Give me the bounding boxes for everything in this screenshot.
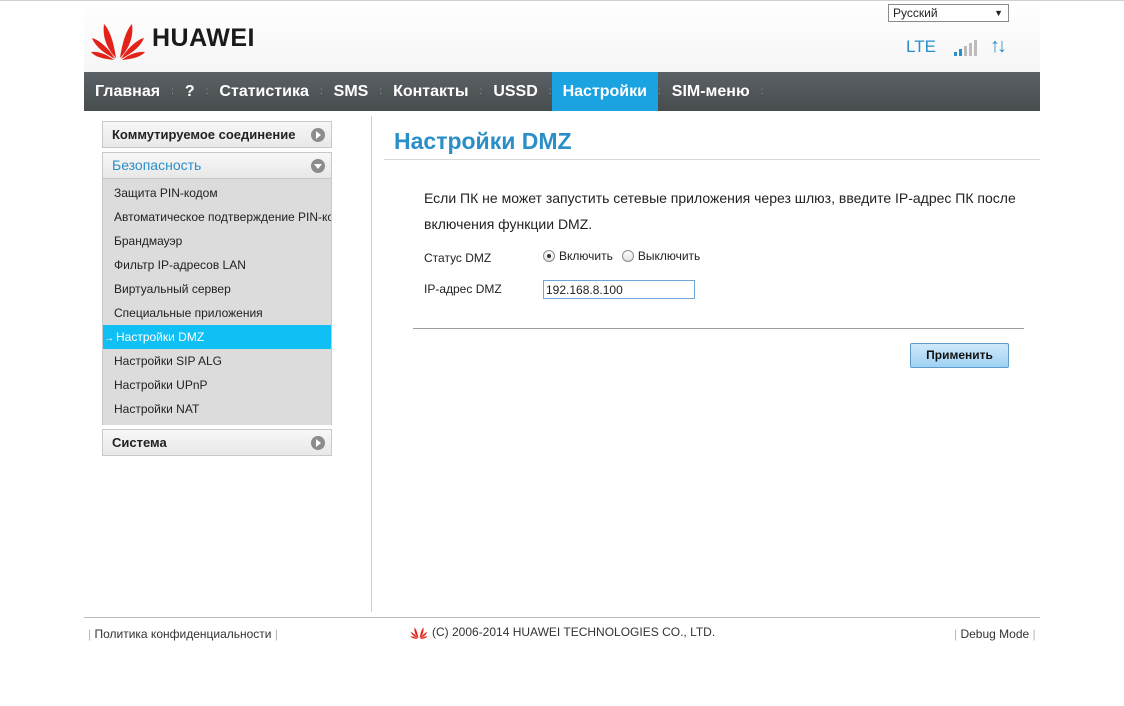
- nav-item[interactable]: Настройки: [551, 72, 658, 111]
- arrow-right-icon: →: [104, 333, 114, 344]
- sidebar-subitem-label: Настройки DMZ: [116, 330, 205, 344]
- sidebar-subitem[interactable]: Автоматическое подтверждение PIN-ко: [103, 205, 331, 229]
- debug-mode-label: Debug Mode: [960, 627, 1030, 641]
- separator: |: [954, 627, 958, 641]
- sidebar-group-label: Система: [112, 435, 167, 450]
- dmz-ip-input[interactable]: [543, 280, 695, 299]
- sidebar-subitem[interactable]: Специальные приложения: [103, 301, 331, 325]
- security-submenu: Защита PIN-кодом Автоматическое подтвержд…: [102, 179, 332, 425]
- sidebar-subitem[interactable]: Настройки UPnP: [103, 373, 331, 397]
- enable-radio[interactable]: [543, 250, 555, 262]
- sidebar: Коммутируемое соединение Безопасность За…: [102, 121, 332, 456]
- sidebar-subitem-label: Автоматическое подтверждение PIN-ко: [114, 210, 331, 224]
- sidebar-subitem-label: Брандмауэр: [114, 234, 183, 248]
- nav-separator: :: [760, 86, 764, 97]
- sidebar-group-system[interactable]: Система: [102, 429, 332, 456]
- description-text: Если ПК не может запустить сетевые прило…: [424, 190, 1016, 232]
- chevron-right-icon: [311, 128, 325, 142]
- copyright: (C) 2006-2014 HUAWEI TECHNOLOGIES CO., L…: [410, 625, 715, 639]
- signal-strength-icon: [954, 39, 980, 56]
- sidebar-subitem-label: Фильтр IP-адресов LAN: [114, 258, 246, 272]
- apply-button[interactable]: Применить: [910, 343, 1009, 368]
- sidebar-subitem-label: Защита PIN-кодом: [114, 186, 218, 200]
- main-nav: Главная:?: Статистика: SMS: Контакты: USSD: Н…: [84, 72, 1040, 111]
- sidebar-subitem[interactable]: Брандмауэр: [103, 229, 331, 253]
- language-select[interactable]: Русский ▼: [888, 4, 1009, 22]
- sidebar-subitem[interactable]: → Настройки DMZ: [103, 325, 331, 349]
- page: HUAWEI Русский ▼ LTE ↑↓ Главная:?: Статис…: [0, 0, 1124, 706]
- language-selected: Русский: [893, 6, 938, 20]
- dropdown-arrow-icon: ▼: [994, 8, 1003, 18]
- huawei-logo[interactable]: HUAWEI: [90, 16, 255, 60]
- nav-item[interactable]: USSD: [482, 72, 548, 111]
- sidebar-subitem[interactable]: Настройки SIP ALG: [103, 349, 331, 373]
- separator: |: [1032, 627, 1036, 641]
- debug-mode-link[interactable]: | Debug Mode |: [954, 627, 1036, 641]
- privacy-policy-link[interactable]: | Политика конфиденциальности |: [88, 627, 278, 641]
- sidebar-subitem[interactable]: Виртуальный сервер: [103, 277, 331, 301]
- nav-item[interactable]: SIM-меню: [661, 72, 761, 111]
- content-divider: [371, 116, 372, 612]
- sidebar-group-label: Безопасность: [112, 157, 202, 173]
- chevron-right-icon: [311, 436, 325, 450]
- sidebar-subitem-label: Настройки NAT: [114, 402, 200, 416]
- nav-item[interactable]: SMS: [323, 72, 380, 111]
- sidebar-subitem[interactable]: Защита PIN-кодом: [103, 181, 331, 205]
- dmz-status-label: Статус DMZ: [424, 251, 492, 265]
- brand-name: HUAWEI: [152, 23, 255, 52]
- separator: |: [274, 627, 278, 641]
- separator: |: [88, 627, 92, 641]
- privacy-policy-label: Политика конфиденциальности: [94, 627, 272, 641]
- nav-item[interactable]: ?: [174, 72, 206, 111]
- sidebar-group-label: Коммутируемое соединение: [112, 127, 296, 142]
- nav-item[interactable]: Контакты: [382, 72, 479, 111]
- disable-radio-label[interactable]: Выключить: [638, 249, 700, 263]
- header: HUAWEI Русский ▼ LTE ↑↓: [84, 1, 1040, 72]
- sidebar-subitem-label: Настройки UPnP: [114, 378, 208, 392]
- form-divider: [413, 328, 1024, 329]
- signal-bar: [959, 49, 962, 56]
- signal-bar: [969, 43, 972, 56]
- data-transfer-icon: ↑↓: [990, 35, 1007, 57]
- sidebar-group-security[interactable]: Безопасность: [102, 152, 332, 179]
- chevron-down-icon: [311, 159, 325, 173]
- sidebar-subitem-label: Специальные приложения: [114, 306, 263, 320]
- signal-bar: [954, 52, 957, 56]
- enable-radio-label[interactable]: Включить: [559, 249, 613, 263]
- nav-item[interactable]: Главная: [84, 72, 171, 111]
- disable-radio[interactable]: [621, 250, 634, 262]
- huawei-flower-icon: [410, 627, 428, 639]
- signal-bar: [964, 46, 967, 56]
- sidebar-subitem-label: Виртуальный сервер: [114, 282, 231, 296]
- sidebar-subitem-label: Настройки SIP ALG: [114, 354, 222, 368]
- title-divider: [384, 159, 1040, 160]
- sidebar-subitem[interactable]: Настройки NAT: [103, 397, 331, 421]
- footer-divider: [84, 617, 1040, 618]
- page-title: Настройки DMZ: [394, 128, 572, 154]
- sidebar-subitem[interactable]: Фильтр IP-адресов LAN: [103, 253, 331, 277]
- dmz-status-radios: Включить Выключить: [543, 249, 709, 263]
- dmz-ip-label: IP-адрес DMZ: [424, 282, 502, 296]
- copyright-text: (C) 2006-2014 HUAWEI TECHNOLOGIES CO., L…: [432, 625, 716, 639]
- sidebar-group-dialup[interactable]: Коммутируемое соединение: [102, 121, 332, 148]
- signal-bar: [974, 40, 977, 56]
- network-type: LTE: [906, 37, 936, 56]
- huawei-flower-icon: [91, 24, 145, 60]
- nav-item[interactable]: Статистика: [208, 72, 319, 111]
